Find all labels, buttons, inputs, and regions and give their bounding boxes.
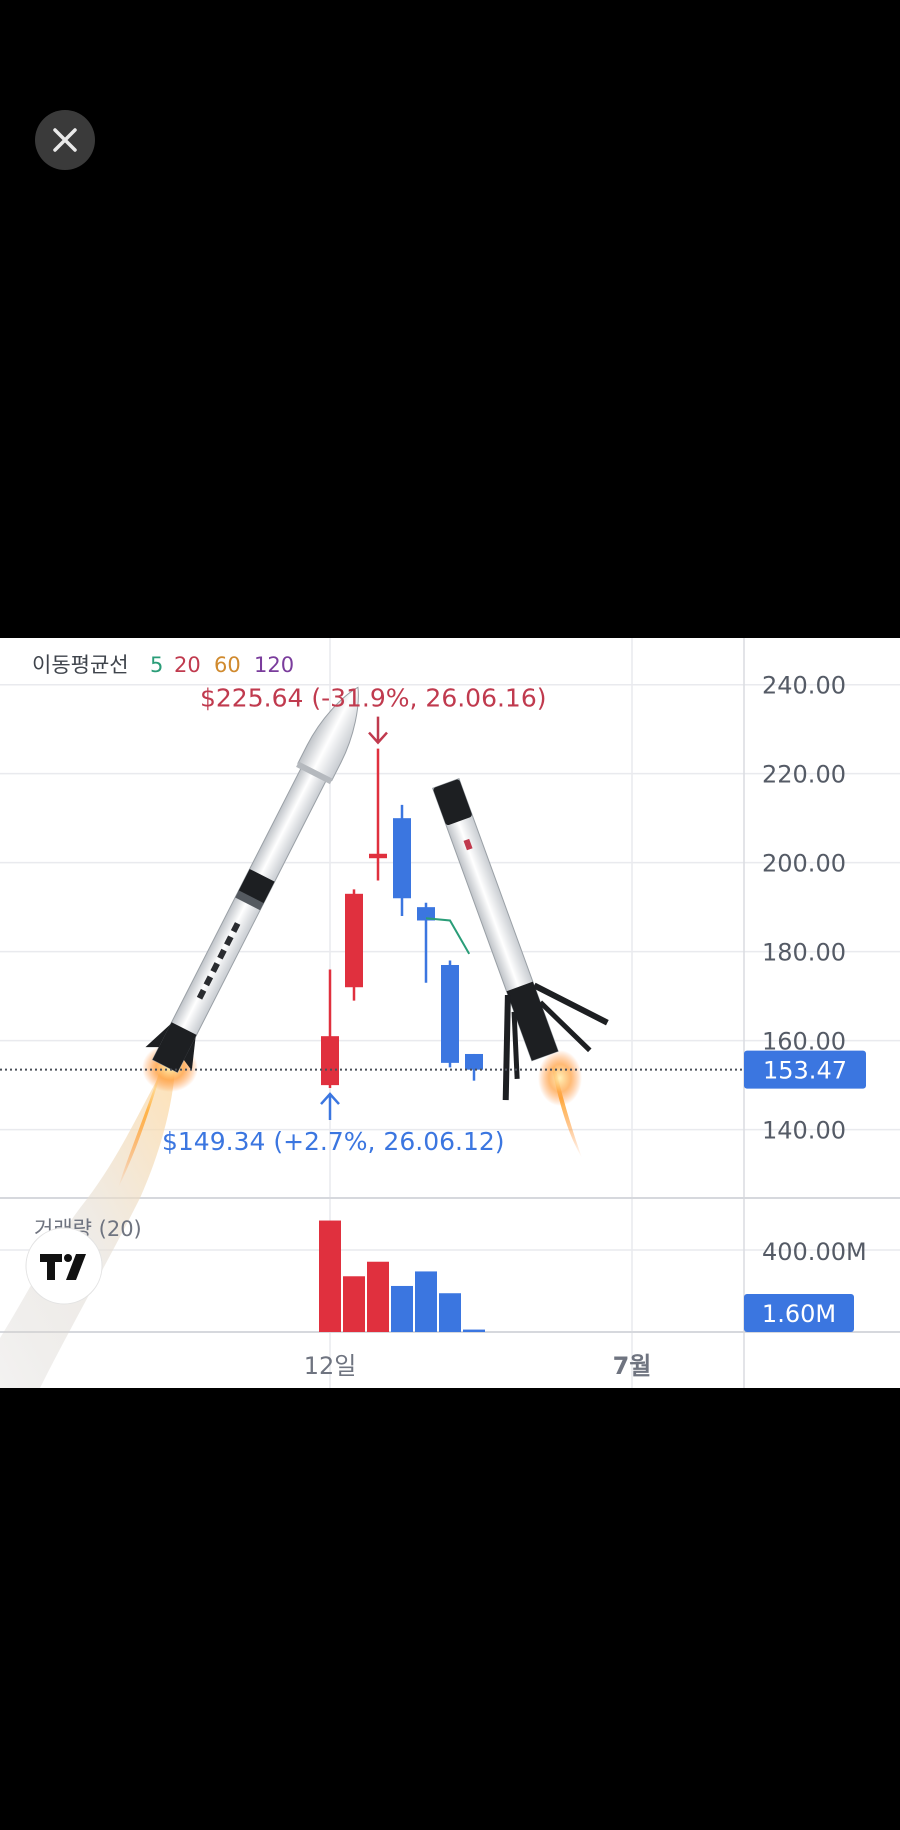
time-axis-tick: 7월 <box>613 1352 652 1380</box>
candle <box>465 1053 483 1081</box>
candle <box>417 902 435 983</box>
current-price-badge: 153.47 <box>744 1050 866 1089</box>
moving-average-label: 이동평균선 <box>32 653 129 677</box>
moving-average-legend: 이동평균선 5 20 60 120 <box>32 653 294 677</box>
ma-20-label: 20 <box>174 653 201 677</box>
volume-bar <box>415 1271 437 1332</box>
candle <box>369 748 387 881</box>
candlestick-chart: 이동평균선 5 20 60 120 $225.64 (-31.9%, 26.06… <box>0 638 900 1388</box>
close-button[interactable] <box>35 110 95 170</box>
rocket-exhaust-illustration <box>0 1044 198 1388</box>
price-axis-tick: 180.00 <box>762 939 846 967</box>
low-annotation: $149.34 (+2.7%, 26.06.12) <box>162 1127 505 1156</box>
volume-bars <box>319 1220 485 1332</box>
volume-axis-tick: 400.00M <box>762 1238 867 1266</box>
moving-average-lines <box>425 917 471 955</box>
volume-current-badge: 1.60M <box>744 1294 854 1332</box>
volume-bar <box>319 1220 341 1332</box>
candle <box>393 804 411 917</box>
candle-body <box>321 1036 339 1086</box>
high-arrow-icon <box>368 716 388 745</box>
ma-120-label: 120 <box>254 653 294 677</box>
candle-body <box>369 853 387 859</box>
ma-5-label: 5 <box>150 653 163 677</box>
price-axis-tick: 220.00 <box>762 761 846 789</box>
candle-body <box>393 818 411 899</box>
candle-body <box>441 964 459 1063</box>
volume-current-value: 1.60M <box>762 1300 836 1328</box>
time-axis-tick: 12일 <box>304 1352 357 1380</box>
volume-bar <box>367 1261 389 1332</box>
tradingview-logo[interactable] <box>25 1227 103 1305</box>
price-axis-tick: 200.00 <box>762 850 846 878</box>
rocket-landing-illustration <box>432 778 609 1158</box>
low-arrow-icon <box>320 1092 340 1121</box>
candle-body <box>345 893 363 988</box>
volume-bar <box>463 1329 485 1332</box>
close-icon <box>53 128 77 152</box>
ma-5-line <box>425 917 471 955</box>
volume-bar <box>343 1276 365 1332</box>
price-axis-tick: 240.00 <box>762 672 846 700</box>
screen: 이동평균선 5 20 60 120 $225.64 (-31.9%, 26.06… <box>0 0 900 1830</box>
rocket-launch-illustration <box>145 686 359 1074</box>
volume-bar <box>439 1293 461 1332</box>
current-price-value: 153.47 <box>763 1057 847 1085</box>
candle-body <box>465 1053 483 1070</box>
price-axis-tick: 160.00 <box>762 1028 846 1056</box>
price-axis-tick: 140.00 <box>762 1117 846 1145</box>
volume-bar <box>391 1285 413 1332</box>
ma-60-label: 60 <box>214 653 241 677</box>
candle <box>441 960 459 1068</box>
candle <box>345 889 363 1001</box>
high-annotation: $225.64 (-31.9%, 26.06.16) <box>200 684 547 713</box>
stock-chart-card[interactable]: 이동평균선 5 20 60 120 $225.64 (-31.9%, 26.06… <box>0 638 900 1388</box>
time-axis: 12일 7월 <box>304 1352 652 1380</box>
